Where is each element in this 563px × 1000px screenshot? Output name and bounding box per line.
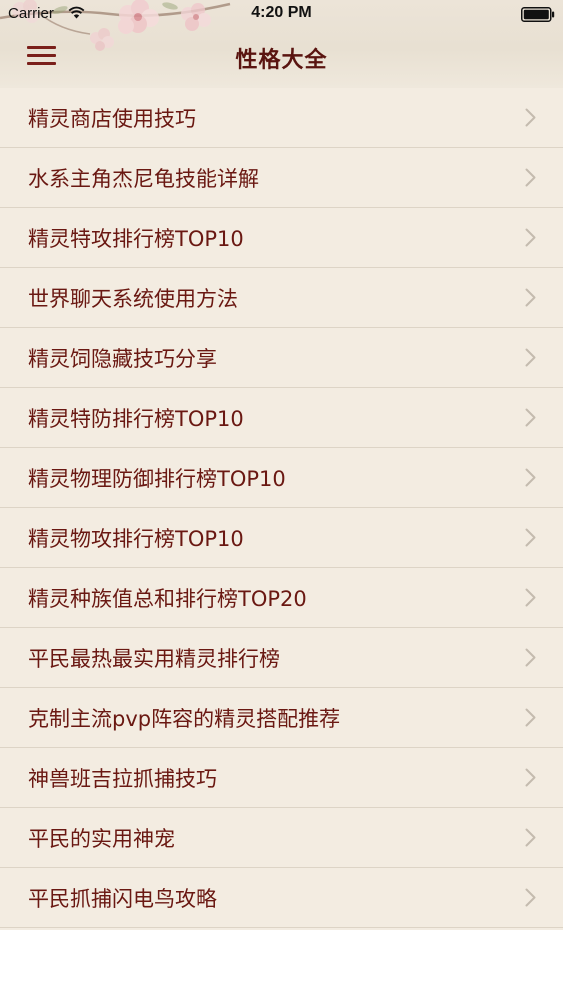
list-item-label: 精灵特防排行榜TOP10 [28,407,244,431]
article-list: 精灵商店使用技巧 水系主角杰尼龟技能详解 精灵特攻排行榜TOP10 世界聊天系统… [0,88,563,930]
chevron-right-icon [525,888,536,907]
battery-icon [521,7,555,22]
chevron-right-icon [525,348,536,367]
list-item-label: 精灵物攻排行榜TOP10 [28,527,244,551]
screen: Carrier 4:20 PM 性格大全 精灵商店使用技巧 水系主角杰尼龟技能详… [0,0,563,1000]
list-item-3[interactable]: 精灵特攻排行榜TOP10 [0,208,563,268]
chevron-right-icon [525,708,536,727]
list-item-4[interactable]: 世界聊天系统使用方法 [0,268,563,328]
bottom-blank-area [0,930,563,1000]
list-item-label: 平民抓捕闪电鸟攻略 [28,887,217,911]
list-item-label: 精灵商店使用技巧 [28,107,196,131]
list-item-1[interactable]: 精灵商店使用技巧 [0,88,563,148]
status-bar: Carrier 4:20 PM [0,0,563,30]
list-item-label: 水系主角杰尼龟技能详解 [28,167,259,191]
list-item-10[interactable]: 平民最热最实用精灵排行榜 [0,628,563,688]
chevron-right-icon [525,648,536,667]
status-time: 4:20 PM [251,4,312,21]
list-item-8[interactable]: 精灵物攻排行榜TOP10 [0,508,563,568]
list-item-14[interactable]: 平民抓捕闪电鸟攻略 [0,868,563,928]
chevron-right-icon [525,828,536,847]
list-item-label: 平民最热最实用精灵排行榜 [28,647,280,671]
navigation-header: Carrier 4:20 PM 性格大全 [0,0,563,89]
list-item-7[interactable]: 精灵物理防御排行榜TOP10 [0,448,563,508]
chevron-right-icon [525,468,536,487]
list-item-label: 精灵种族值总和排行榜TOP20 [28,587,307,611]
list-item-11[interactable]: 克制主流pvp阵容的精灵搭配推荐 [0,688,563,748]
list-item-12[interactable]: 神兽班吉拉抓捕技巧 [0,748,563,808]
page-title: 性格大全 [235,48,328,73]
list-item-label: 克制主流pvp阵容的精灵搭配推荐 [28,707,341,731]
list-item-label: 精灵饲隐藏技巧分享 [28,347,217,371]
chevron-right-icon [525,528,536,547]
list-item-9[interactable]: 精灵种族值总和排行榜TOP20 [0,568,563,628]
list-item-label: 世界聊天系统使用方法 [28,287,238,311]
chevron-right-icon [525,768,536,787]
list-item-6[interactable]: 精灵特防排行榜TOP10 [0,388,563,448]
list-item-label: 精灵特攻排行榜TOP10 [28,227,244,251]
list-item-2[interactable]: 水系主角杰尼龟技能详解 [0,148,563,208]
list-item-13[interactable]: 平民的实用神宠 [0,808,563,868]
list-item-label: 神兽班吉拉抓捕技巧 [28,767,217,791]
chevron-right-icon [525,408,536,427]
list-item-label: 精灵物理防御排行榜TOP10 [28,467,286,491]
chevron-right-icon [525,108,536,127]
chevron-right-icon [525,228,536,247]
chevron-right-icon [525,588,536,607]
list-item-label: 平民的实用神宠 [28,827,175,851]
chevron-right-icon [525,168,536,187]
chevron-right-icon [525,288,536,307]
list-item-5[interactable]: 精灵饲隐藏技巧分享 [0,328,563,388]
